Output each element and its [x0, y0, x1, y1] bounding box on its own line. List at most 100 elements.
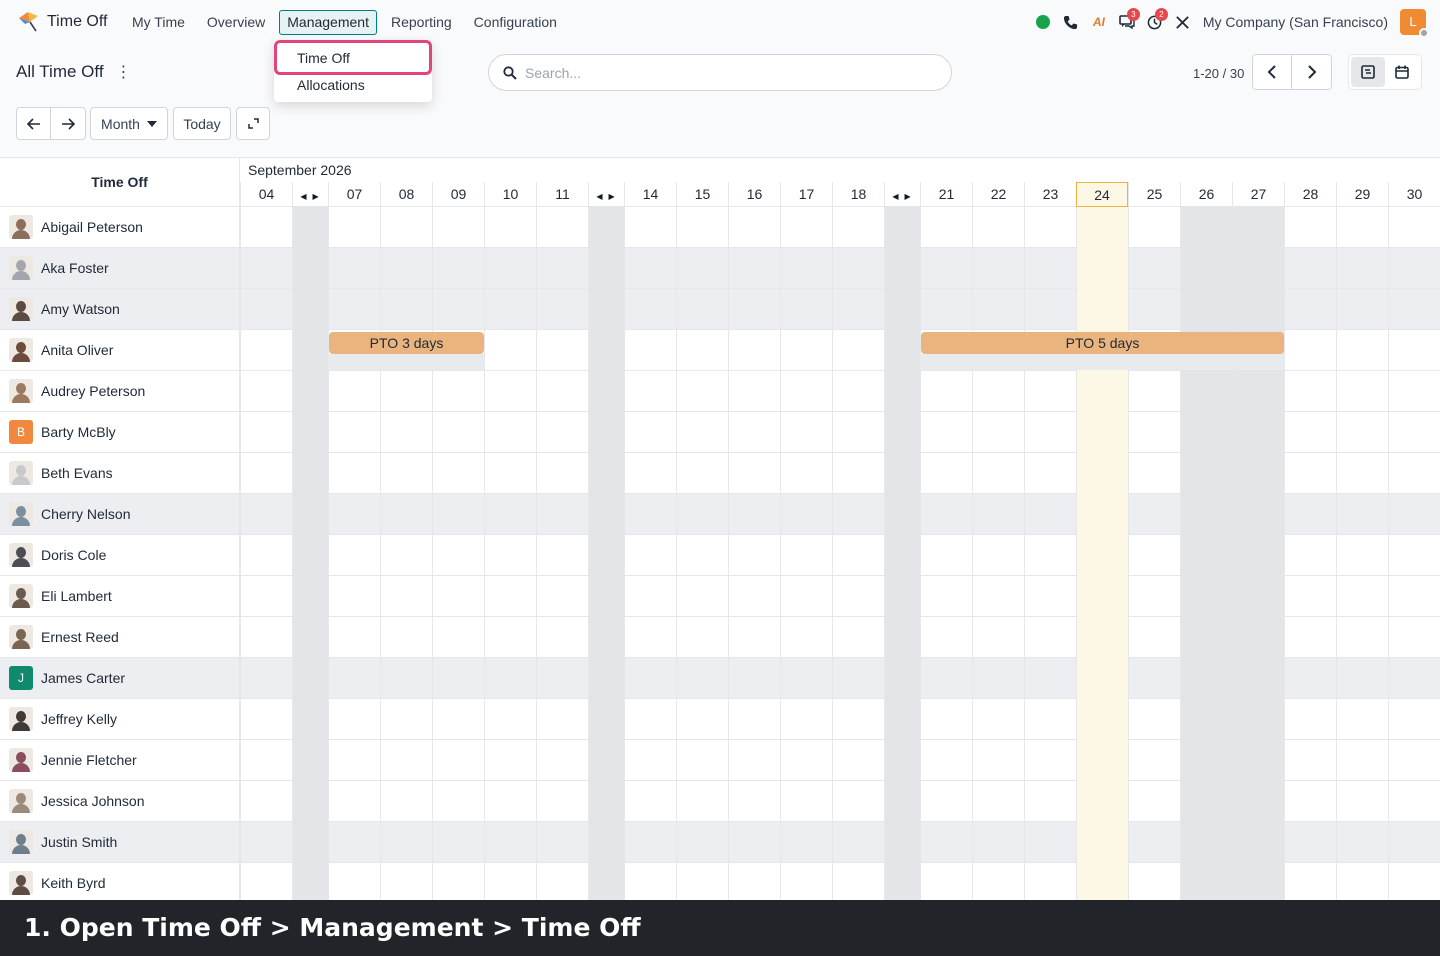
- day-header: 14: [624, 182, 676, 207]
- ai-icon[interactable]: AI: [1085, 8, 1113, 36]
- employee-avatar: [9, 584, 33, 608]
- employee-row-label[interactable]: B Barty McBly: [0, 412, 240, 453]
- grid-line: [972, 207, 973, 900]
- employee-name: Anita Oliver: [41, 342, 114, 358]
- grid-line: [1128, 207, 1129, 900]
- employee-row-label[interactable]: Ernest Reed: [0, 617, 240, 658]
- weekend-column: [884, 207, 920, 900]
- chevron-right-icon: [1307, 65, 1316, 79]
- weekend-toggle[interactable]: ◀▶: [884, 182, 920, 207]
- tools-icon[interactable]: [1169, 8, 1197, 36]
- pager-value[interactable]: 1-20 / 30: [1193, 66, 1244, 81]
- grid-line: [1076, 207, 1077, 900]
- view-switcher: [1348, 54, 1422, 90]
- grid-line: [832, 207, 833, 900]
- search-icon: [503, 65, 517, 80]
- employee-name: Eli Lambert: [41, 588, 112, 604]
- grid-line: [536, 207, 537, 900]
- employee-row-label[interactable]: Aka Foster: [0, 248, 240, 289]
- next-period-button[interactable]: [51, 107, 86, 140]
- employee-name: Barty McBly: [41, 424, 116, 440]
- day-header: 04: [240, 182, 292, 207]
- day-header: 08: [380, 182, 432, 207]
- day-header: 10: [484, 182, 536, 207]
- menu-my-time[interactable]: My Time: [124, 10, 193, 35]
- kebab-menu-icon[interactable]: ⋮: [116, 62, 132, 82]
- employee-name: Ernest Reed: [41, 629, 119, 645]
- day-header: 24: [1076, 182, 1128, 207]
- calendar-icon: [1395, 65, 1409, 79]
- gantt-month-label: September 2026: [248, 162, 352, 178]
- messages-icon[interactable]: 3: [1113, 8, 1141, 36]
- previous-period-button[interactable]: [16, 107, 51, 140]
- grid-line: [780, 207, 781, 900]
- systray: AI 3 2 My Company (San Francisco) L: [1029, 8, 1429, 38]
- employee-row-label[interactable]: Amy Watson: [0, 289, 240, 330]
- menu-reporting[interactable]: Reporting: [383, 10, 460, 35]
- arrow-left-icon: [26, 117, 40, 130]
- day-header: 21: [920, 182, 972, 207]
- employee-avatar: [9, 543, 33, 567]
- employee-name: Beth Evans: [41, 465, 113, 481]
- employee-row-label[interactable]: Jennie Fletcher: [0, 740, 240, 781]
- grid-line: [1180, 207, 1181, 900]
- management-dropdown: Time Off Allocations: [274, 40, 432, 102]
- day-header: 07: [328, 182, 380, 207]
- employee-row-label[interactable]: J James Carter: [0, 658, 240, 699]
- employee-row-label[interactable]: Beth Evans: [0, 453, 240, 494]
- employee-row-label[interactable]: Audrey Peterson: [0, 371, 240, 412]
- menu-overview[interactable]: Overview: [199, 10, 273, 35]
- employee-name: Jessica Johnson: [41, 793, 145, 809]
- employee-name: James Carter: [41, 670, 126, 686]
- weekend-toggle[interactable]: ◀▶: [292, 182, 328, 207]
- weekend-column: [588, 207, 624, 900]
- scale-dropdown[interactable]: Month: [90, 107, 168, 140]
- employee-row-label[interactable]: Jessica Johnson: [0, 781, 240, 822]
- calendar-view-button[interactable]: [1385, 57, 1419, 87]
- pager-next-button[interactable]: [1292, 54, 1332, 90]
- employee-avatar: [9, 625, 33, 649]
- employee-row-label[interactable]: Doris Cole: [0, 535, 240, 576]
- employee-row-label[interactable]: Jeffrey Kelly: [0, 699, 240, 740]
- day-header: 29: [1336, 182, 1388, 207]
- dropdown-item-allocations[interactable]: Allocations: [297, 77, 365, 93]
- page-title: All Time Off: [16, 62, 104, 81]
- status-online-icon[interactable]: [1029, 8, 1057, 36]
- employee-row-label[interactable]: Abigail Peterson: [0, 207, 240, 248]
- expand-weekend-icon: ◀▶: [596, 192, 621, 201]
- employee-row-label[interactable]: Justin Smith: [0, 822, 240, 863]
- weekend-toggle[interactable]: ◀▶: [588, 182, 624, 207]
- employee-row-label[interactable]: Anita Oliver: [0, 330, 240, 371]
- top-navbar: Time Off My Time Overview Management Rep…: [0, 0, 1440, 46]
- grid-line: [676, 207, 677, 900]
- grid-line: [328, 207, 329, 900]
- pager-previous-button[interactable]: [1252, 54, 1292, 90]
- grid-line: [588, 207, 589, 900]
- time-off-pill[interactable]: PTO 5 days: [921, 332, 1284, 354]
- user-avatar[interactable]: L: [1400, 9, 1429, 38]
- employee-row-label[interactable]: Keith Byrd: [0, 863, 240, 900]
- gantt-view-button[interactable]: [1351, 57, 1385, 87]
- day-header: 23: [1024, 182, 1076, 207]
- activity-clock-icon[interactable]: 2: [1141, 8, 1169, 36]
- breadcrumb: All Time Off ⋮: [16, 62, 132, 82]
- gantt-view-icon: [1361, 65, 1375, 79]
- caret-down-icon: [146, 120, 157, 127]
- dropdown-item-time-off[interactable]: Time Off: [297, 50, 350, 66]
- expand-button[interactable]: [236, 107, 270, 140]
- employee-initial-avatar: J: [9, 666, 33, 690]
- employee-row-label[interactable]: Eli Lambert: [0, 576, 240, 617]
- arrow-right-icon: [62, 117, 75, 130]
- day-header: 27: [1232, 182, 1284, 207]
- employee-row-label[interactable]: Cherry Nelson: [0, 494, 240, 535]
- today-button[interactable]: Today: [173, 107, 231, 140]
- app-brand[interactable]: Time Off: [16, 10, 107, 34]
- menu-management[interactable]: Management: [279, 10, 377, 35]
- company-switcher[interactable]: My Company (San Francisco): [1203, 14, 1388, 30]
- time-off-pill[interactable]: PTO 3 days: [329, 332, 484, 354]
- search-input[interactable]: Search...: [525, 65, 581, 81]
- phone-icon[interactable]: [1057, 8, 1085, 36]
- employee-name: Abigail Peterson: [41, 219, 143, 235]
- menu-configuration[interactable]: Configuration: [466, 10, 565, 35]
- search-bar[interactable]: Search...: [488, 54, 952, 91]
